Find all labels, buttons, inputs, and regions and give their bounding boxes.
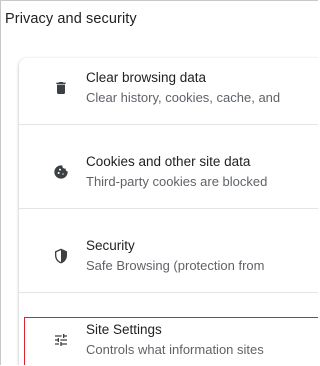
cookies-description: Third-party cookies are blocked xyxy=(86,174,268,189)
clear-browsing-data-title: Clear browsing data xyxy=(86,70,207,85)
shield-icon xyxy=(51,246,71,266)
cookies-title: Cookies and other site data xyxy=(86,154,251,169)
security-description: Safe Browsing (protection from xyxy=(86,258,265,273)
site-settings-title: Site Settings xyxy=(86,322,162,337)
cookie-icon xyxy=(51,162,71,182)
security-row[interactable]: Security Safe Browsing (protection from xyxy=(19,226,318,286)
clear-browsing-data-description: Clear history, cookies, cache, and xyxy=(86,90,281,105)
site-settings-row[interactable]: Site Settings Controls what information … xyxy=(19,310,318,365)
privacy-card: Clear browsing data Clear history, cooki… xyxy=(19,58,318,365)
cookies-row[interactable]: Cookies and other site data Third-party … xyxy=(19,142,318,202)
site-settings-description: Controls what information sites xyxy=(86,342,264,357)
clear-browsing-data-row[interactable]: Clear browsing data Clear history, cooki… xyxy=(19,58,318,118)
divider xyxy=(19,208,318,209)
security-title: Security xyxy=(86,238,135,253)
section-title: Privacy and security xyxy=(5,11,137,27)
divider xyxy=(19,292,318,293)
tune-icon xyxy=(51,330,71,350)
divider xyxy=(19,124,318,125)
trash-icon xyxy=(51,78,71,98)
settings-panel: Privacy and security Clear browsing data… xyxy=(0,0,318,365)
